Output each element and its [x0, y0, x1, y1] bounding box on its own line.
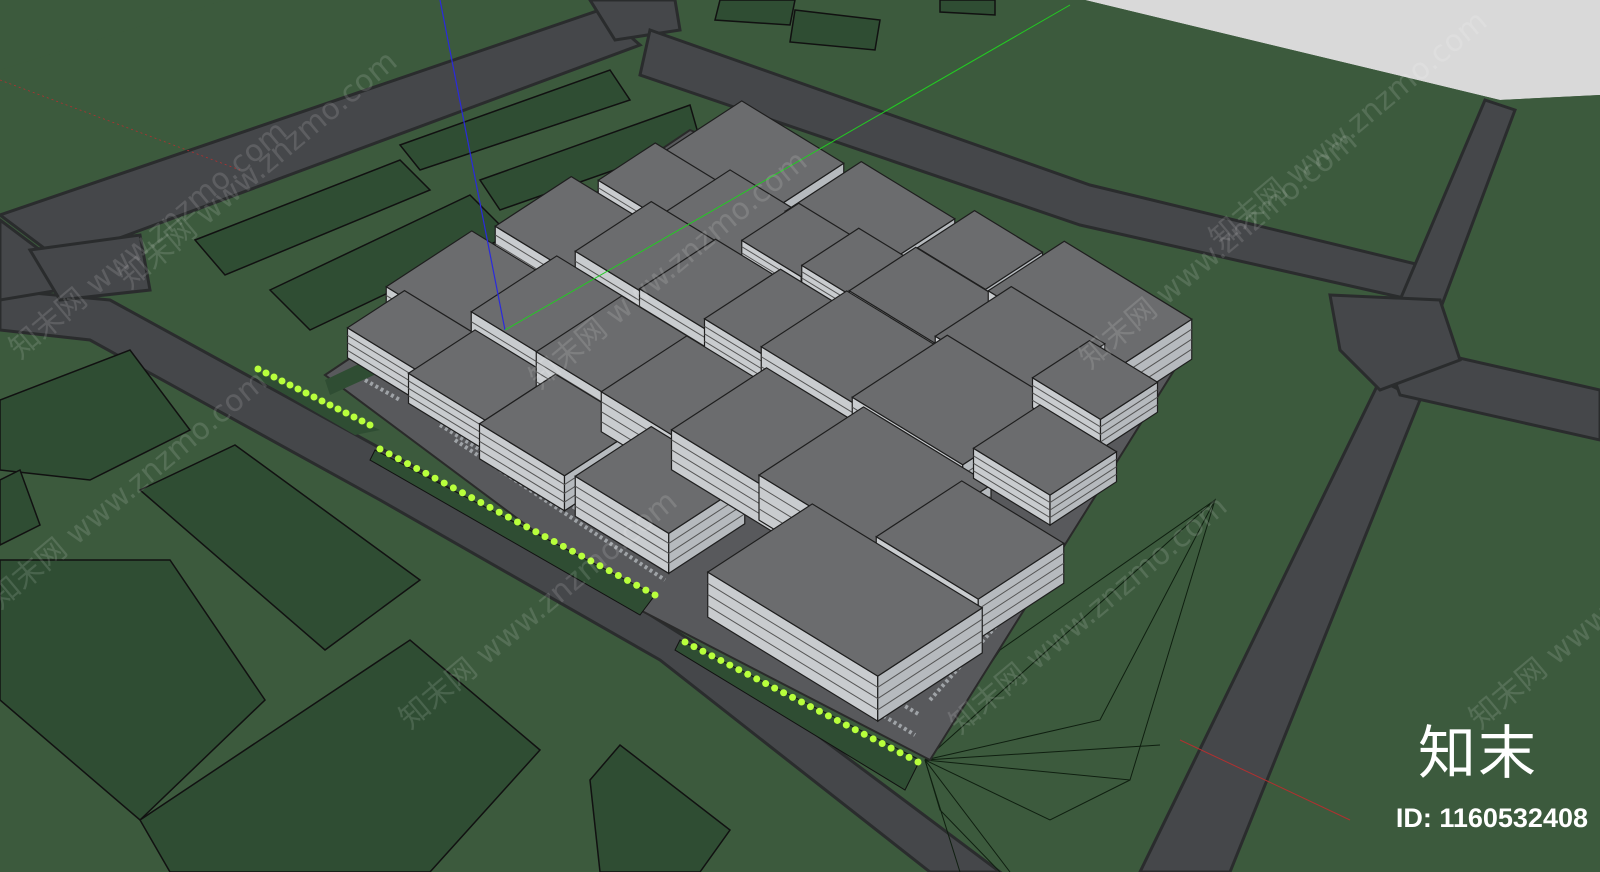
tree [569, 547, 576, 555]
tree [690, 643, 698, 651]
tree [833, 716, 841, 724]
tree [771, 684, 779, 692]
tree [278, 377, 286, 385]
tree [851, 726, 859, 734]
tree [440, 479, 448, 487]
tree [642, 586, 650, 594]
block-top-1 [714, 0, 796, 26]
tree [735, 666, 743, 674]
tree [744, 670, 752, 678]
tree [798, 698, 805, 706]
tree [780, 689, 788, 697]
tree [860, 730, 868, 738]
tree [726, 661, 734, 669]
tree [504, 513, 512, 521]
tree [302, 389, 310, 397]
tree [431, 474, 439, 482]
tree [550, 537, 558, 545]
tree [824, 712, 832, 720]
tree [294, 385, 302, 393]
tree [350, 413, 358, 421]
tree [842, 721, 850, 729]
tree [815, 707, 823, 715]
brand-logo: 知末 [1417, 719, 1538, 787]
tree [681, 638, 689, 646]
tree [614, 572, 622, 580]
tree [318, 397, 326, 405]
tree [633, 581, 641, 589]
block-top-3 [939, 0, 996, 16]
tree [559, 542, 567, 550]
tree [413, 464, 421, 472]
tree [896, 749, 904, 757]
tree [523, 523, 531, 531]
tree [514, 518, 521, 526]
tree [532, 528, 540, 536]
tree [717, 656, 725, 664]
tree [905, 753, 913, 761]
tree [468, 494, 476, 502]
tree [366, 421, 374, 429]
tree [878, 740, 886, 748]
tree [376, 445, 384, 453]
tree [806, 703, 814, 711]
tree [762, 680, 770, 688]
image-id-label: ID: 1160532408 [1395, 803, 1588, 833]
tree [286, 381, 294, 389]
tree [394, 455, 402, 463]
tree [262, 369, 270, 377]
tree [477, 499, 485, 507]
tree [422, 469, 430, 477]
sketchup-viewport[interactable]: 知末网 www.znzmo.com 知末网 www.znzmo.com 知末网 … [0, 0, 1600, 872]
tree [310, 393, 318, 401]
tree [914, 758, 922, 766]
tree [342, 409, 350, 417]
tree [358, 417, 366, 425]
tree [326, 401, 334, 409]
tree [789, 693, 797, 701]
tree [541, 533, 549, 541]
tree [753, 675, 761, 683]
tree [624, 576, 631, 584]
tree [699, 647, 707, 655]
tree [270, 373, 278, 381]
tree [334, 405, 342, 413]
3d-model-scene: 知末网 www.znzmo.com 知末网 www.znzmo.com 知末网 … [0, 0, 1600, 872]
tree [449, 484, 457, 492]
tree [708, 652, 716, 660]
tree [495, 508, 503, 516]
tree [887, 744, 895, 752]
tree [385, 450, 393, 458]
tree [486, 503, 494, 511]
tree [404, 460, 411, 468]
tree [869, 735, 877, 743]
tree [459, 489, 466, 497]
tree [651, 591, 659, 599]
